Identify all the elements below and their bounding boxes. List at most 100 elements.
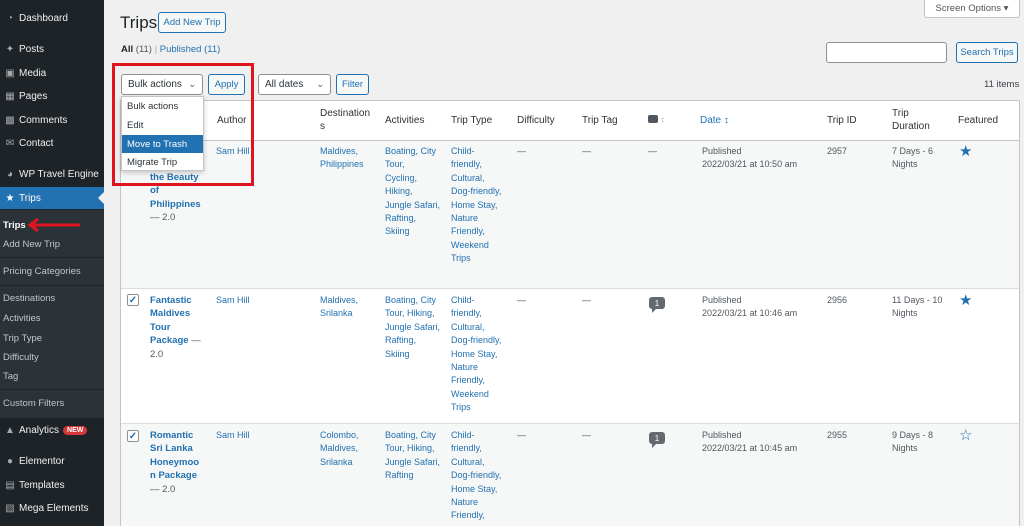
sidebar-item-analytics[interactable]: ▲ Analytics NEW — [0, 419, 104, 441]
featured-star-outline-icon[interactable]: ☆ — [959, 428, 972, 443]
destinations-links[interactable]: Maldives, Philippines — [320, 145, 364, 172]
elementor-icon: ● — [6, 455, 14, 467]
sidebar-item-pages[interactable]: ▦ Pages — [0, 85, 104, 107]
duration-value: 7 Days - 6 Nights — [892, 146, 934, 170]
trip-type-links[interactable]: Child-friendly, Cultural, Dog-friendly, Hom… — [451, 429, 501, 523]
column-comments[interactable]: ↕ — [648, 113, 665, 126]
submenu-divider — [0, 257, 104, 258]
search-trips-button[interactable]: Search Trips — [956, 42, 1018, 63]
duration-value: 11 Days - 10 Nights — [892, 295, 943, 319]
difficulty-value: — — [517, 295, 526, 305]
people-icon: ★ — [5, 192, 15, 204]
date-value: Published 2022/03/21 at 10:46 am — [702, 295, 798, 319]
submenu-difficulty[interactable]: Difficulty — [3, 352, 39, 363]
duration-value: 9 Days - 8 Nights — [892, 430, 934, 454]
column-difficulty[interactable]: Difficulty — [517, 114, 555, 127]
comment-count-bubble[interactable]: 1 — [649, 297, 665, 313]
featured-star-icon[interactable]: ★ — [959, 144, 972, 159]
submenu-custom-filters[interactable]: Custom Filters — [3, 398, 64, 409]
items-count: 11 items — [984, 79, 1020, 90]
date-value: Published 2022/03/21 at 10:45 am — [702, 430, 798, 454]
trip-tag-value: — — [582, 295, 591, 305]
column-trip-type[interactable]: Trip Type — [451, 114, 492, 127]
mega-icon: ▧ — [5, 502, 15, 514]
trips-submenu: Trips Add New Trip Pricing Categories De… — [0, 210, 104, 418]
sort-icon: ↕ — [660, 115, 665, 124]
pages-icon: ▦ — [5, 90, 15, 102]
submenu-trips[interactable]: Trips — [3, 220, 26, 231]
submenu-trip-type[interactable]: Trip Type — [3, 333, 42, 344]
sidebar-item-mega-elements[interactable]: ▧ Mega Elements — [0, 497, 104, 519]
submenu-destinations[interactable]: Destinations — [3, 293, 55, 304]
current-menu-arrow — [98, 192, 104, 204]
row-checkbox[interactable]: ✓ — [127, 430, 139, 442]
column-date[interactable]: Date ↕ — [700, 114, 729, 127]
sidebar-item-dashboard[interactable]: ◔ Dashboard — [0, 7, 104, 29]
table-row: ✓ Romantic Sri Lanka Honeymoo n Package … — [121, 424, 1019, 526]
filter-all-link[interactable]: All (11) — [121, 44, 152, 55]
featured-star-icon[interactable]: ★ — [959, 293, 972, 308]
red-arrow-annotation-icon — [27, 218, 80, 232]
column-trip-tag[interactable]: Trip Tag — [582, 114, 618, 127]
column-trip-duration[interactable]: Trip Duration — [892, 107, 930, 133]
trips-table: Author Destination s Activities Trip Type… — [120, 100, 1020, 526]
submenu-divider — [0, 285, 104, 286]
sidebar-item-media[interactable]: ▣ Media — [0, 62, 104, 84]
sidebar-item-comments[interactable]: ▩ Comments — [0, 109, 104, 131]
filter-published-link[interactable]: Published (11) — [160, 44, 221, 55]
table-row: ✓ Fantastic Maldives Tour Package — 2.0 … — [121, 289, 1019, 424]
destinations-links[interactable]: Colombo, Maldives, Srilanka — [320, 429, 359, 469]
sidebar-item-templates[interactable]: ▤ Templates — [0, 474, 104, 496]
new-badge: NEW — [63, 425, 88, 435]
column-destinations[interactable]: Destination s — [320, 107, 370, 133]
author-link[interactable]: Sam Hill — [216, 294, 250, 307]
sidebar-item-elementor[interactable]: ● Elementor — [0, 450, 104, 472]
comments-value: — — [648, 146, 657, 156]
column-activities[interactable]: Activities — [385, 114, 424, 127]
table-row: the Beauty of Philippines — 2.0 Sam Hill… — [121, 141, 1019, 288]
difficulty-value: — — [517, 146, 526, 156]
sidebar-item-trips[interactable]: ★ Trips — [0, 187, 104, 209]
mail-icon: ✉ — [5, 137, 15, 149]
dates-select[interactable]: All dates ⌄ — [258, 74, 331, 95]
search-input[interactable] — [826, 42, 947, 63]
trip-title-link[interactable]: Romantic Sri Lanka Honeymoo n Package — … — [150, 429, 199, 496]
trip-id-value: 2956 — [827, 295, 848, 305]
date-value: Published 2022/03/21 at 10:50 am — [702, 146, 798, 170]
sidebar-item-wp-travel-engine[interactable]: ◕ WP Travel Engine — [0, 163, 104, 185]
submenu-pricing-categories[interactable]: Pricing Categories — [3, 266, 81, 277]
trip-tag-value: — — [582, 146, 591, 156]
activities-links[interactable]: Boating, City Tour, Hiking, Jungle Safari,… — [385, 429, 440, 483]
column-trip-id[interactable]: Trip ID — [827, 114, 857, 127]
submenu-divider — [0, 389, 104, 390]
sidebar-item-contact[interactable]: ✉ Contact — [0, 132, 104, 154]
trip-type-links[interactable]: Child-friendly, Cultural, Dog-friendly, Hom… — [451, 294, 501, 415]
dashboard-icon: ◔ — [6, 12, 14, 24]
sidebar-item-posts[interactable]: ✦ Posts — [0, 38, 104, 60]
submenu-tag[interactable]: Tag — [3, 371, 18, 382]
submenu-add-new-trip[interactable]: Add New Trip — [3, 239, 60, 250]
media-icon: ▣ — [5, 67, 15, 79]
activities-links[interactable]: Boating, City Tour, Cycling, Hiking, Jungle … — [385, 145, 440, 239]
author-link[interactable]: Sam Hill — [216, 429, 250, 442]
column-featured[interactable]: Featured — [958, 114, 998, 127]
trip-type-links[interactable]: Child-friendly, Cultural, Dog-friendly, Hom… — [451, 145, 501, 266]
add-new-trip-button[interactable]: Add New Trip — [158, 12, 226, 33]
submenu-activities[interactable]: Activities — [3, 313, 40, 324]
globe-icon: ◕ — [6, 168, 14, 180]
chevron-down-icon: ⌄ — [316, 79, 324, 89]
pin-icon: ✦ — [5, 43, 15, 55]
destinations-links[interactable]: Maldives, Srilanka — [320, 294, 358, 321]
activities-links[interactable]: Boating, City Tour, Hiking, Jungle Safari,… — [385, 294, 440, 361]
comments-icon: ▩ — [5, 114, 15, 126]
comment-bubble-icon — [648, 115, 658, 124]
highlight-annotation-box — [112, 63, 254, 186]
chart-icon: ▲ — [5, 424, 15, 436]
comment-count-bubble[interactable]: 1 — [649, 432, 665, 448]
filter-button[interactable]: Filter — [336, 74, 369, 95]
screen-options-button[interactable]: Screen Options ▾ — [924, 0, 1020, 18]
status-filter-links: All (11) | Published (11) — [121, 44, 221, 55]
trip-title-link[interactable]: Fantastic Maldives Tour Package — 2.0 — [150, 294, 201, 361]
row-checkbox[interactable]: ✓ — [127, 294, 139, 306]
trip-id-value: 2955 — [827, 430, 848, 440]
